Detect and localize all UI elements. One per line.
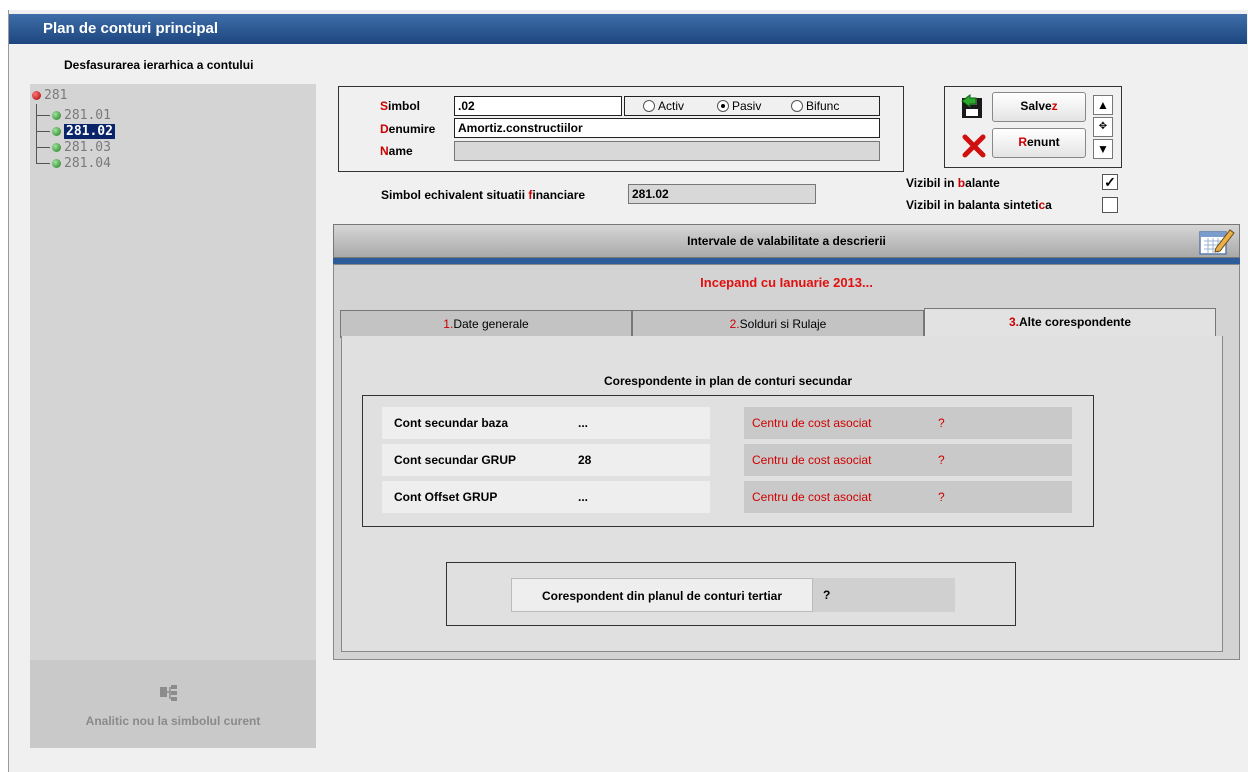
move-button[interactable]: ✥ — [1093, 117, 1113, 137]
simbol-label: Simbol — [380, 99, 421, 113]
tab-date-generale[interactable]: 1.Date generale — [340, 310, 632, 338]
tree-node-281-02[interactable]: 281.02 — [52, 124, 115, 140]
vizibil-sintetica-checkbox[interactable] — [1102, 197, 1118, 213]
move-icon: ✥ — [1098, 121, 1108, 132]
centru-cost-row[interactable]: Centru de cost asociat ? — [744, 444, 1072, 476]
arrow-down-icon: ▼ — [1097, 142, 1109, 156]
tree-node-root[interactable]: 281 — [32, 88, 67, 104]
cancel-x-icon — [962, 134, 986, 158]
vizibil-balante-checkbox[interactable]: ✓ — [1102, 174, 1118, 190]
radio-pasiv[interactable]: Pasiv — [717, 99, 761, 113]
cont-secundar-baza-row[interactable]: Cont secundar baza ... — [382, 407, 710, 439]
node-status-icon — [52, 159, 61, 168]
echivalent-input[interactable]: 281.02 — [628, 184, 816, 204]
calendar-edit-icon[interactable] — [1196, 226, 1236, 256]
checkmark-icon: ✓ — [1104, 174, 1116, 190]
tertiar-label: Corespondent din planul de conturi terti… — [511, 578, 813, 612]
tree-connector — [36, 104, 50, 116]
node-status-icon — [52, 111, 61, 120]
vizibil-balante-label: Vizibil in balante — [906, 176, 1000, 190]
tree-node-label: 281.04 — [64, 156, 111, 171]
hierarchy-label: Desfasurarea ierarhica a contului — [64, 58, 254, 72]
arrow-up-button[interactable]: ▲ — [1093, 95, 1113, 115]
radio-circle-icon — [791, 100, 803, 112]
denumire-label: Denumire — [380, 122, 436, 136]
arrow-up-icon: ▲ — [1097, 98, 1109, 112]
radio-bifunc[interactable]: Bifunc — [791, 99, 839, 113]
cost-label: Centru de cost asociat — [752, 453, 872, 467]
echivalent-label: Simbol echivalent situatii financiare — [381, 188, 586, 202]
save-disk-icon — [961, 94, 982, 118]
interval-current-label: Incepand cu Ianuarie 2013... — [700, 275, 873, 290]
account-type-radio-group: Activ Pasiv Bifunc — [624, 96, 880, 116]
save-button[interactable]: Salvez — [992, 92, 1086, 122]
tertiar-value[interactable]: ? — [813, 578, 955, 612]
row-label: Cont Offset GRUP — [394, 490, 498, 504]
cont-offset-grup-row[interactable]: Cont Offset GRUP ... — [382, 481, 710, 513]
hierarchy-tree: 281 281.01 281.02 281.03 281.04 — [30, 84, 316, 748]
tree-connector — [36, 116, 50, 132]
denumire-input[interactable]: Amortiz.constructiilor — [454, 118, 880, 138]
tree-node-281-01[interactable]: 281.01 — [52, 108, 111, 124]
cost-value: ? — [938, 453, 945, 467]
cost-value: ? — [938, 416, 945, 430]
tree-node-label: 281.03 — [64, 140, 111, 155]
intervals-title: Intervale de valabilitate a descrierii — [687, 234, 886, 248]
tree-node-label: 281.01 — [64, 108, 111, 123]
centru-cost-row[interactable]: Centru de cost asociat ? — [744, 481, 1072, 513]
radio-activ[interactable]: Activ — [643, 99, 684, 113]
tree-node-281-03[interactable]: 281.03 — [52, 140, 111, 156]
tree-connector — [36, 132, 50, 148]
intervals-bar: Intervale de valabilitate a descrierii — [333, 224, 1240, 258]
radio-circle-selected-icon — [717, 100, 729, 112]
row-label: Cont secundar baza — [394, 416, 509, 430]
tab-solduri-rulaje[interactable]: 2.Solduri si Rulaje — [632, 310, 924, 338]
cost-label: Centru de cost asociat — [752, 490, 872, 504]
name-label: Name — [380, 144, 413, 158]
cancel-button[interactable]: Renunt — [992, 128, 1086, 158]
tree-node-label: 281 — [44, 88, 68, 103]
arrow-down-button[interactable]: ▼ — [1093, 139, 1113, 159]
node-status-icon — [32, 91, 41, 100]
cost-value: ? — [938, 490, 945, 504]
node-status-icon — [52, 143, 61, 152]
cont-secundar-grup-row[interactable]: Cont secundar GRUP 28 — [382, 444, 710, 476]
centru-cost-row[interactable]: Centru de cost asociat ? — [744, 407, 1072, 439]
row-value: ... — [578, 416, 589, 430]
node-status-icon — [52, 127, 61, 136]
row-value: 28 — [578, 453, 592, 467]
row-value: ... — [578, 490, 589, 504]
cost-label: Centru de cost asociat — [752, 416, 872, 430]
row-label: Cont secundar GRUP — [394, 453, 517, 467]
tab-alte-corespondente[interactable]: 3.Alte corespondente — [924, 308, 1216, 338]
tree-branch-icon — [160, 685, 177, 701]
new-analytic-label: Analitic nou la simbolul curent — [85, 714, 261, 728]
simbol-input[interactable]: .02 — [454, 96, 622, 116]
window-title: Plan de conturi principal — [9, 14, 1247, 44]
name-input[interactable] — [454, 141, 880, 161]
tree-connector — [36, 148, 50, 164]
radio-circle-icon — [643, 100, 655, 112]
vizibil-sintetica-label: Vizibil in balanta sintetica — [906, 198, 1052, 212]
corespondente-title: Corespondente in plan de conturi secunda… — [603, 374, 853, 388]
tree-node-label: 281.02 — [64, 124, 115, 139]
new-analytic-button[interactable]: Analitic nou la simbolul curent — [30, 660, 316, 748]
tree-node-281-04[interactable]: 281.04 — [52, 156, 111, 172]
